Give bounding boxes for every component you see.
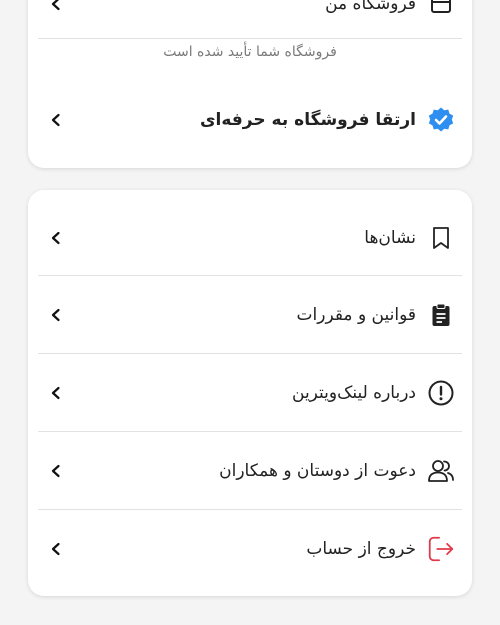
divider: [38, 509, 462, 510]
chevron-left-icon: [46, 383, 66, 403]
chevron-left-icon: [46, 461, 66, 481]
info-alert-icon: [426, 378, 456, 408]
my-store-label: فروشگاه من: [325, 0, 416, 14]
menu-item-label: نشان‌ها: [364, 228, 416, 248]
upgrade-store-row[interactable]: ارتقا فروشگاه به حرفه‌ای: [28, 100, 472, 140]
upgrade-store-label: ارتقا فروشگاه به حرفه‌ای: [199, 110, 416, 130]
verified-note: فروشگاه شما تأیید شده است: [163, 44, 337, 60]
verified-badge-icon: [426, 105, 456, 135]
users-icon: [426, 456, 456, 486]
menu-item-label: قوانین و مقررات: [296, 305, 416, 325]
divider: [38, 38, 462, 39]
divider: [38, 275, 462, 276]
menu-item-logout[interactable]: خروج از حساب: [28, 529, 472, 569]
menu-item-label: دعوت از دوستان و همکاران: [219, 461, 416, 481]
menu-card: نشان‌ها قوانین و مقررات: [28, 190, 472, 596]
divider: [38, 431, 462, 432]
menu-item-rules[interactable]: قوانین و مقررات: [28, 295, 472, 335]
chevron-left-icon: [46, 110, 66, 130]
menu-item-bookmarks[interactable]: نشان‌ها: [28, 218, 472, 258]
store-card: فروشگاه من فروشگاه شما تأیید شده است ارت…: [28, 0, 472, 168]
menu-item-label: درباره لینک‌ویترین: [292, 383, 416, 403]
my-store-row[interactable]: فروشگاه من: [28, 0, 472, 22]
divider: [38, 353, 462, 354]
store-icon: [426, 0, 456, 19]
menu-item-invite[interactable]: دعوت از دوستان و همکاران: [28, 451, 472, 491]
logout-icon: [426, 534, 456, 564]
bookmark-icon: [426, 223, 456, 253]
menu-item-about[interactable]: درباره لینک‌ویترین: [28, 373, 472, 413]
menu-item-label: خروج از حساب: [306, 539, 416, 559]
clipboard-icon: [426, 300, 456, 330]
chevron-left-icon: [46, 0, 66, 14]
chevron-left-icon: [46, 305, 66, 325]
chevron-left-icon: [46, 539, 66, 559]
chevron-left-icon: [46, 228, 66, 248]
